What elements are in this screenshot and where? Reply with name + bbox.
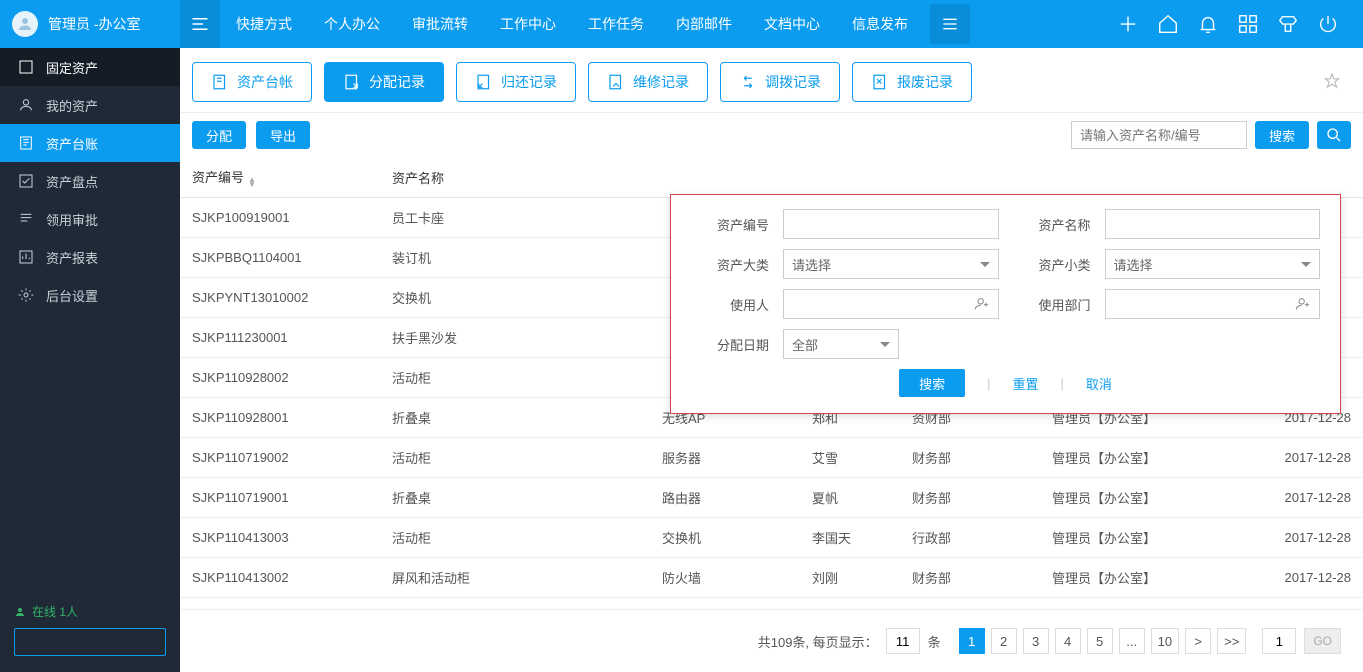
sp-dept-input[interactable] xyxy=(1105,289,1321,319)
sp-label-dept: 使用部门 xyxy=(1013,295,1091,314)
page-button[interactable]: ... xyxy=(1119,628,1145,654)
sidebar-item-label: 我的资产 xyxy=(46,96,98,115)
sidebar-item-fixed-assets[interactable]: 固定资产 xyxy=(0,48,180,86)
goto-page-input[interactable] xyxy=(1262,628,1296,654)
tab-asset-ledger[interactable]: 资产台帐 xyxy=(192,62,312,102)
sp-asset-name-input[interactable] xyxy=(1114,217,1312,232)
page-button[interactable]: 2 xyxy=(991,628,1017,654)
page-button[interactable]: 3 xyxy=(1023,628,1049,654)
sp-date-select[interactable]: 全部 xyxy=(783,329,899,359)
toolbar: 分配 导出 搜索 xyxy=(180,113,1363,157)
sidebar-item-label: 固定资产 xyxy=(46,58,98,77)
tab-return-records[interactable]: 归还记录 xyxy=(456,62,576,102)
sidebar-item-reports[interactable]: 资产报表 xyxy=(0,238,180,276)
col-asset-name[interactable]: 资产名称 xyxy=(380,157,650,198)
sp-cancel-link[interactable]: 取消 xyxy=(1086,374,1112,393)
sidebar-search xyxy=(14,628,166,656)
sp-reset-link[interactable]: 重置 xyxy=(1012,374,1038,393)
topnav-more-button[interactable] xyxy=(930,4,970,44)
main: 资产台帐 分配记录 归还记录 维修记录 调拨记录 报废记录 分配 导出 搜索 xyxy=(180,48,1363,672)
topnav-item[interactable]: 信息发布 xyxy=(836,0,924,48)
tab-row: 资产台帐 分配记录 归还记录 维修记录 调拨记录 报废记录 xyxy=(180,48,1363,113)
home-icon[interactable] xyxy=(1157,13,1179,35)
sp-category-select[interactable]: 请选择 xyxy=(783,249,999,279)
sidebar-item-label: 领用审批 xyxy=(46,210,98,229)
person-add-icon xyxy=(1295,296,1311,315)
sp-label-asset-code: 资产编号 xyxy=(691,215,769,234)
power-icon[interactable] xyxy=(1317,13,1339,35)
sp-asset-code-input[interactable] xyxy=(792,217,990,232)
top-nav: 快捷方式 个人办公 审批流转 工作中心 工作任务 内部邮件 文档中心 信息发布 xyxy=(220,0,970,48)
bell-icon[interactable] xyxy=(1197,13,1219,35)
goto-page-button[interactable]: GO xyxy=(1304,628,1341,654)
sp-label-user: 使用人 xyxy=(691,295,769,314)
topnav-item[interactable]: 工作中心 xyxy=(484,0,572,48)
per-page-input[interactable] xyxy=(886,628,920,654)
sidebar-item-label: 资产盘点 xyxy=(46,172,98,191)
theme-icon[interactable] xyxy=(1277,13,1299,35)
table-row[interactable]: SJKP110413002屏风和活动柜防火墙刘刚财务部管理员【办公室】2017-… xyxy=(180,558,1363,598)
sidebar-item-settings[interactable]: 后台设置 xyxy=(0,276,180,314)
page-button[interactable]: 1 xyxy=(959,628,985,654)
page-button[interactable]: >> xyxy=(1217,628,1246,654)
sp-user-input[interactable] xyxy=(783,289,999,319)
topnav-item[interactable]: 审批流转 xyxy=(396,0,484,48)
topbar: 管理员 -办公室 快捷方式 个人办公 审批流转 工作中心 工作任务 内部邮件 文… xyxy=(0,0,1363,48)
menu-toggle-button[interactable] xyxy=(180,0,220,48)
sort-icon: ▲▼ xyxy=(248,177,256,187)
col-asset-code[interactable]: 资产编号▲▼ xyxy=(180,157,380,198)
plus-icon[interactable] xyxy=(1117,13,1139,35)
tab-repair-records[interactable]: 维修记录 xyxy=(588,62,708,102)
sp-search-button[interactable]: 搜索 xyxy=(899,369,965,397)
page-button[interactable]: 5 xyxy=(1087,628,1113,654)
sidebar-item-label: 资产报表 xyxy=(46,248,98,267)
tab-allocation-records[interactable]: 分配记录 xyxy=(324,62,444,102)
sp-subcategory-select[interactable]: 请选择 xyxy=(1105,249,1321,279)
page-button[interactable]: > xyxy=(1185,628,1211,654)
pagination: 共109条, 每页显示： 条 12345...10>>> GO xyxy=(180,609,1363,672)
table-row[interactable]: SJKP110719001折叠桌路由器夏帆财务部管理员【办公室】2017-12-… xyxy=(180,478,1363,518)
advanced-search-panel: 资产编号 资产名称 资产大类 请选择 资产小类 请选择 xyxy=(670,194,1341,414)
sidebar-search-input[interactable] xyxy=(15,635,186,649)
sp-label-asset-name: 资产名称 xyxy=(1013,215,1091,234)
sidebar-item-label: 后台设置 xyxy=(46,286,98,305)
quick-search-input[interactable] xyxy=(1071,121,1247,149)
avatar xyxy=(12,11,38,37)
sidebar-item-asset-ledger[interactable]: 资产台账 xyxy=(0,124,180,162)
page-button[interactable]: 10 xyxy=(1151,628,1179,654)
pagination-summary: 共109条, 每页显示： xyxy=(758,632,878,651)
sp-label-subcategory: 资产小类 xyxy=(1013,255,1091,274)
online-status: 在线 1人 xyxy=(14,603,166,620)
topnav-item[interactable]: 文档中心 xyxy=(748,0,836,48)
topnav-item[interactable]: 内部邮件 xyxy=(660,0,748,48)
person-add-icon xyxy=(974,296,990,315)
tab-scrap-records[interactable]: 报废记录 xyxy=(852,62,972,102)
topnav-item[interactable]: 快捷方式 xyxy=(220,0,308,48)
topnav-item[interactable]: 个人办公 xyxy=(308,0,396,48)
table-row[interactable]: SJKP110413003活动柜交换机李国天行政部管理员【办公室】2017-12… xyxy=(180,518,1363,558)
user-label: 管理员 -办公室 xyxy=(48,14,141,34)
table-row[interactable]: SJKP110719002活动柜服务器艾雪财务部管理员【办公室】2017-12-… xyxy=(180,438,1363,478)
page-button[interactable]: 4 xyxy=(1055,628,1081,654)
sidebar-item-label: 资产台账 xyxy=(46,134,98,153)
sidebar-item-inventory[interactable]: 资产盘点 xyxy=(0,162,180,200)
topbar-user[interactable]: 管理员 -办公室 xyxy=(0,11,180,37)
export-button[interactable]: 导出 xyxy=(256,121,310,149)
sp-label-date: 分配日期 xyxy=(691,335,769,354)
quick-search-button[interactable]: 搜索 xyxy=(1255,121,1309,149)
assign-button[interactable]: 分配 xyxy=(192,121,246,149)
sidebar-item-my-assets[interactable]: 我的资产 xyxy=(0,86,180,124)
favorite-icon[interactable] xyxy=(1323,72,1341,93)
tab-transfer-records[interactable]: 调拨记录 xyxy=(720,62,840,102)
advanced-search-toggle[interactable] xyxy=(1317,121,1351,149)
topnav-item[interactable]: 工作任务 xyxy=(572,0,660,48)
sidebar: 固定资产 我的资产 资产台账 资产盘点 领用审批 资产报表 xyxy=(0,48,180,672)
sidebar-item-approval[interactable]: 领用审批 xyxy=(0,200,180,238)
apps-icon[interactable] xyxy=(1237,13,1259,35)
sp-label-category: 资产大类 xyxy=(691,255,769,274)
